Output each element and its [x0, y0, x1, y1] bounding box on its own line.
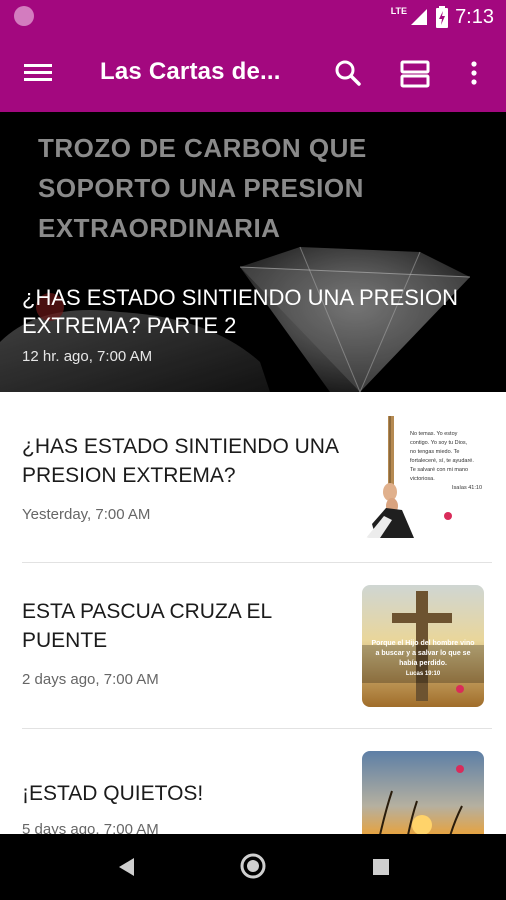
article-thumbnail: Porque el Hijo del hombre vino a buscar …: [362, 585, 484, 707]
featured-article-title: ¿HAS ESTADO SINTIENDO UNA PRESION EXTREM…: [22, 285, 458, 338]
menu-icon[interactable]: [24, 60, 52, 86]
battery-icon: [436, 6, 449, 28]
article-timestamp: 5 days ago, 7:00 AM: [22, 821, 159, 834]
article-timestamp: 2 days ago, 7:00 AM: [22, 671, 159, 688]
article-thumbnail: No temas. Yo estoy contigo. Yo soy tu Di…: [362, 416, 484, 538]
hero-image-caption: TROZO DE CARBON QUE SOPORTO UNA PRESION …: [38, 133, 367, 243]
back-icon[interactable]: [116, 856, 136, 878]
featured-article-timestamp: 12 hr. ago, 7:00 AM: [22, 348, 153, 365]
clock: 7:13: [455, 5, 494, 28]
recents-icon[interactable]: [372, 858, 390, 876]
home-icon[interactable]: [239, 852, 267, 880]
status-bar: LTE 7:13: [0, 0, 506, 34]
search-icon[interactable]: [334, 59, 362, 87]
featured-article[interactable]: TROZO DE CARBON QUE SOPORTO UNA PRESION …: [0, 112, 506, 392]
more-options-icon[interactable]: [466, 59, 482, 87]
signal-icon: [411, 9, 428, 25]
article-title: ESTA PASCUA CRUZA EL PUENTE: [22, 600, 272, 652]
view-toggle-icon[interactable]: [400, 59, 430, 89]
article-thumbnail: [362, 751, 484, 834]
thumbnail-quote: Porque el Hijo del hombre vino a buscar …: [371, 640, 475, 677]
article-title: ¿HAS ESTADO SINTIENDO UNA PRESION EXTREM…: [22, 435, 338, 487]
page-title: Las Cartas de...: [100, 58, 281, 85]
list-item[interactable]: ¿HAS ESTADO SINTIENDO UNA PRESION EXTREM…: [0, 392, 506, 562]
thumbnail-quote: No temas. Yo estoy contigo. Yo soy tu Di…: [410, 431, 482, 491]
article-title: ¡ESTAD QUIETOS!: [22, 782, 204, 805]
system-navigation-bar: [0, 834, 506, 900]
article-timestamp: Yesterday, 7:00 AM: [22, 506, 151, 523]
list-item[interactable]: ESTA PASCUA CRUZA EL PUENTE 2 days ago, …: [0, 563, 506, 728]
app-bar: Las Cartas de...: [0, 34, 506, 112]
notification-icon: [14, 6, 34, 26]
article-list[interactable]: ¿HAS ESTADO SINTIENDO UNA PRESION EXTREM…: [0, 392, 506, 834]
list-item[interactable]: ¡ESTAD QUIETOS! 5 days ago, 7:00 AM: [0, 729, 506, 834]
network-type-label: LTE: [390, 6, 408, 16]
sunset-field-image: [379, 765, 464, 834]
